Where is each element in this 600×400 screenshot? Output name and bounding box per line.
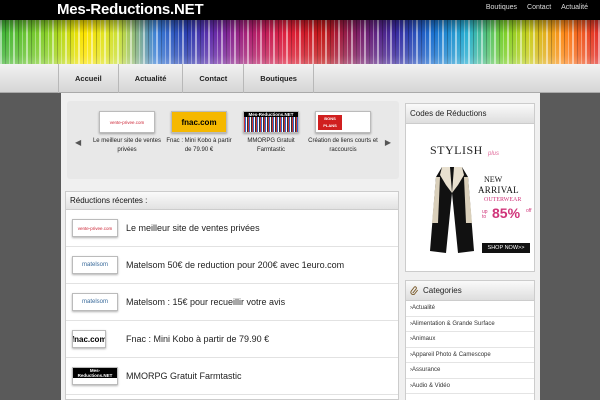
bons-plans-logo[interactable]: BONS PLANS: [315, 111, 371, 133]
stylish-plus-ad[interactable]: STYLISH plus NEW ARRIVAL OUTERWEAR up to…: [426, 137, 534, 266]
top-links: Boutiques Contact Actualité: [486, 4, 588, 11]
top-link-contact[interactable]: Contact: [527, 4, 551, 11]
ad-line-new: NEW: [484, 175, 503, 184]
nav-actualite[interactable]: Actualité: [117, 64, 183, 93]
slide-item[interactable]: Mes-Reductions.NET MMORPG Gratuit Farmta…: [235, 111, 307, 155]
nav-accueil[interactable]: Accueil: [58, 64, 118, 93]
list-item[interactable]: matelsom Matelsom 50€ de reduction pour …: [66, 247, 398, 284]
matelsom-logo[interactable]: matelsom: [72, 293, 118, 311]
ad-percent: 85%: [492, 205, 521, 221]
list-item-link[interactable]: MMORPG Gratuit Farmtastic: [126, 371, 242, 381]
category-item[interactable]: ›Animaux: [406, 332, 534, 348]
top-bar: Mes-Reductions.NET Boutiques Contact Act…: [0, 0, 600, 22]
slide-caption[interactable]: Le meilleur site de ventes privées: [91, 137, 163, 155]
categories-panel: Categories ›Actualité ›Alimentation & Gr…: [405, 280, 535, 400]
list-item-link[interactable]: Matelsom 50€ de reduction pour 200€ avec…: [126, 260, 344, 270]
recent-reductions-title: Réductions récentes :: [66, 192, 398, 210]
categories-header: Categories: [406, 281, 534, 301]
slide-item[interactable]: vente-privee.com Le meilleur site de ven…: [91, 111, 163, 155]
mes-reductions-logo[interactable]: Mes-Reductions.NET: [72, 367, 118, 385]
top-link-boutiques[interactable]: Boutiques: [486, 4, 517, 11]
site-title[interactable]: Mes-Reductions.NET: [57, 1, 204, 18]
slide-item[interactable]: BONS PLANS Création de liens courts et r…: [307, 111, 379, 155]
coat-image: [430, 167, 474, 253]
shop-now-button[interactable]: SHOP NOW>>: [482, 243, 530, 253]
paperclip-icon: [410, 286, 419, 295]
fnac-logo[interactable]: fnac.com: [72, 330, 106, 348]
mes-reductions-logo[interactable]: Mes-Reductions.NET: [243, 111, 299, 133]
vente-privee-logo[interactable]: vente-privee.com: [99, 111, 155, 133]
ad-upto: up to: [482, 209, 488, 220]
list-item[interactable]: vente-privee.com Le meilleur site de ven…: [66, 210, 398, 247]
ad-line-outerwear: OUTERWEAR: [484, 197, 522, 203]
featured-slider: ◀ ▶ vente-privee.com Le meilleur site de…: [67, 101, 399, 179]
main-nav: Accueil Actualité Contact Boutiques: [0, 64, 600, 93]
ad-brand-sub: plus: [488, 151, 500, 157]
nav-contact[interactable]: Contact: [182, 64, 243, 93]
category-item[interactable]: ›Assurance: [406, 363, 534, 379]
category-item[interactable]: ›Appareil Photo & Camescope: [406, 348, 534, 363]
slider-prev-icon[interactable]: ◀: [75, 138, 81, 147]
category-item[interactable]: ›Audio & Vidéo: [406, 379, 534, 394]
ad-off: off: [526, 208, 532, 214]
list-item-link[interactable]: Matelsom : 15€ pour recueillir votre avi…: [126, 297, 285, 307]
codes-panel: Codes de Réductions STYLISH plus NEW ARR…: [405, 103, 535, 272]
list-item[interactable]: matelsom Matelsom : 15€ pour recueillir …: [66, 284, 398, 321]
ad-brand: STYLISH: [430, 143, 483, 157]
matelsom-logo[interactable]: matelsom: [72, 256, 118, 274]
slide-caption[interactable]: MMORPG Gratuit Farmtastic: [235, 137, 307, 155]
list-item[interactable]: Mes-Reductions.NET MMORPG Gratuit Farmta…: [66, 358, 398, 395]
top-link-actualite[interactable]: Actualité: [561, 4, 588, 11]
fnac-logo[interactable]: fnac.com: [171, 111, 227, 133]
list-item-link[interactable]: Fnac : Mini Kobo à partir de 79.90 €: [126, 334, 269, 344]
slide-caption[interactable]: Fnac : Mini Kobo à partir de 79.90 €: [163, 137, 235, 155]
list-item-link[interactable]: Le meilleur site de ventes privées: [126, 223, 260, 233]
slide-item[interactable]: fnac.com Fnac : Mini Kobo à partir de 79…: [163, 111, 235, 155]
vente-privee-logo[interactable]: vente-privee.com: [72, 219, 118, 237]
category-item[interactable]: ›Alimentation & Grande Surface: [406, 317, 534, 332]
nav-boutiques[interactable]: Boutiques: [243, 64, 314, 93]
ad-line-arrival: ARRIVAL: [478, 185, 519, 195]
slider-next-icon[interactable]: ▶: [385, 138, 391, 147]
codes-title: Codes de Réductions: [406, 104, 534, 124]
category-item[interactable]: ›Actualité: [406, 301, 534, 317]
slide-caption[interactable]: Création de liens courts et raccourcis: [307, 137, 379, 155]
categories-title: Categories: [423, 285, 462, 295]
list-item[interactable]: fnac.com Fnac : Mini Kobo à partir de 79…: [66, 321, 398, 358]
header-banner: [0, 20, 600, 64]
recent-reductions-panel: Réductions récentes : vente-privee.com L…: [65, 191, 399, 400]
